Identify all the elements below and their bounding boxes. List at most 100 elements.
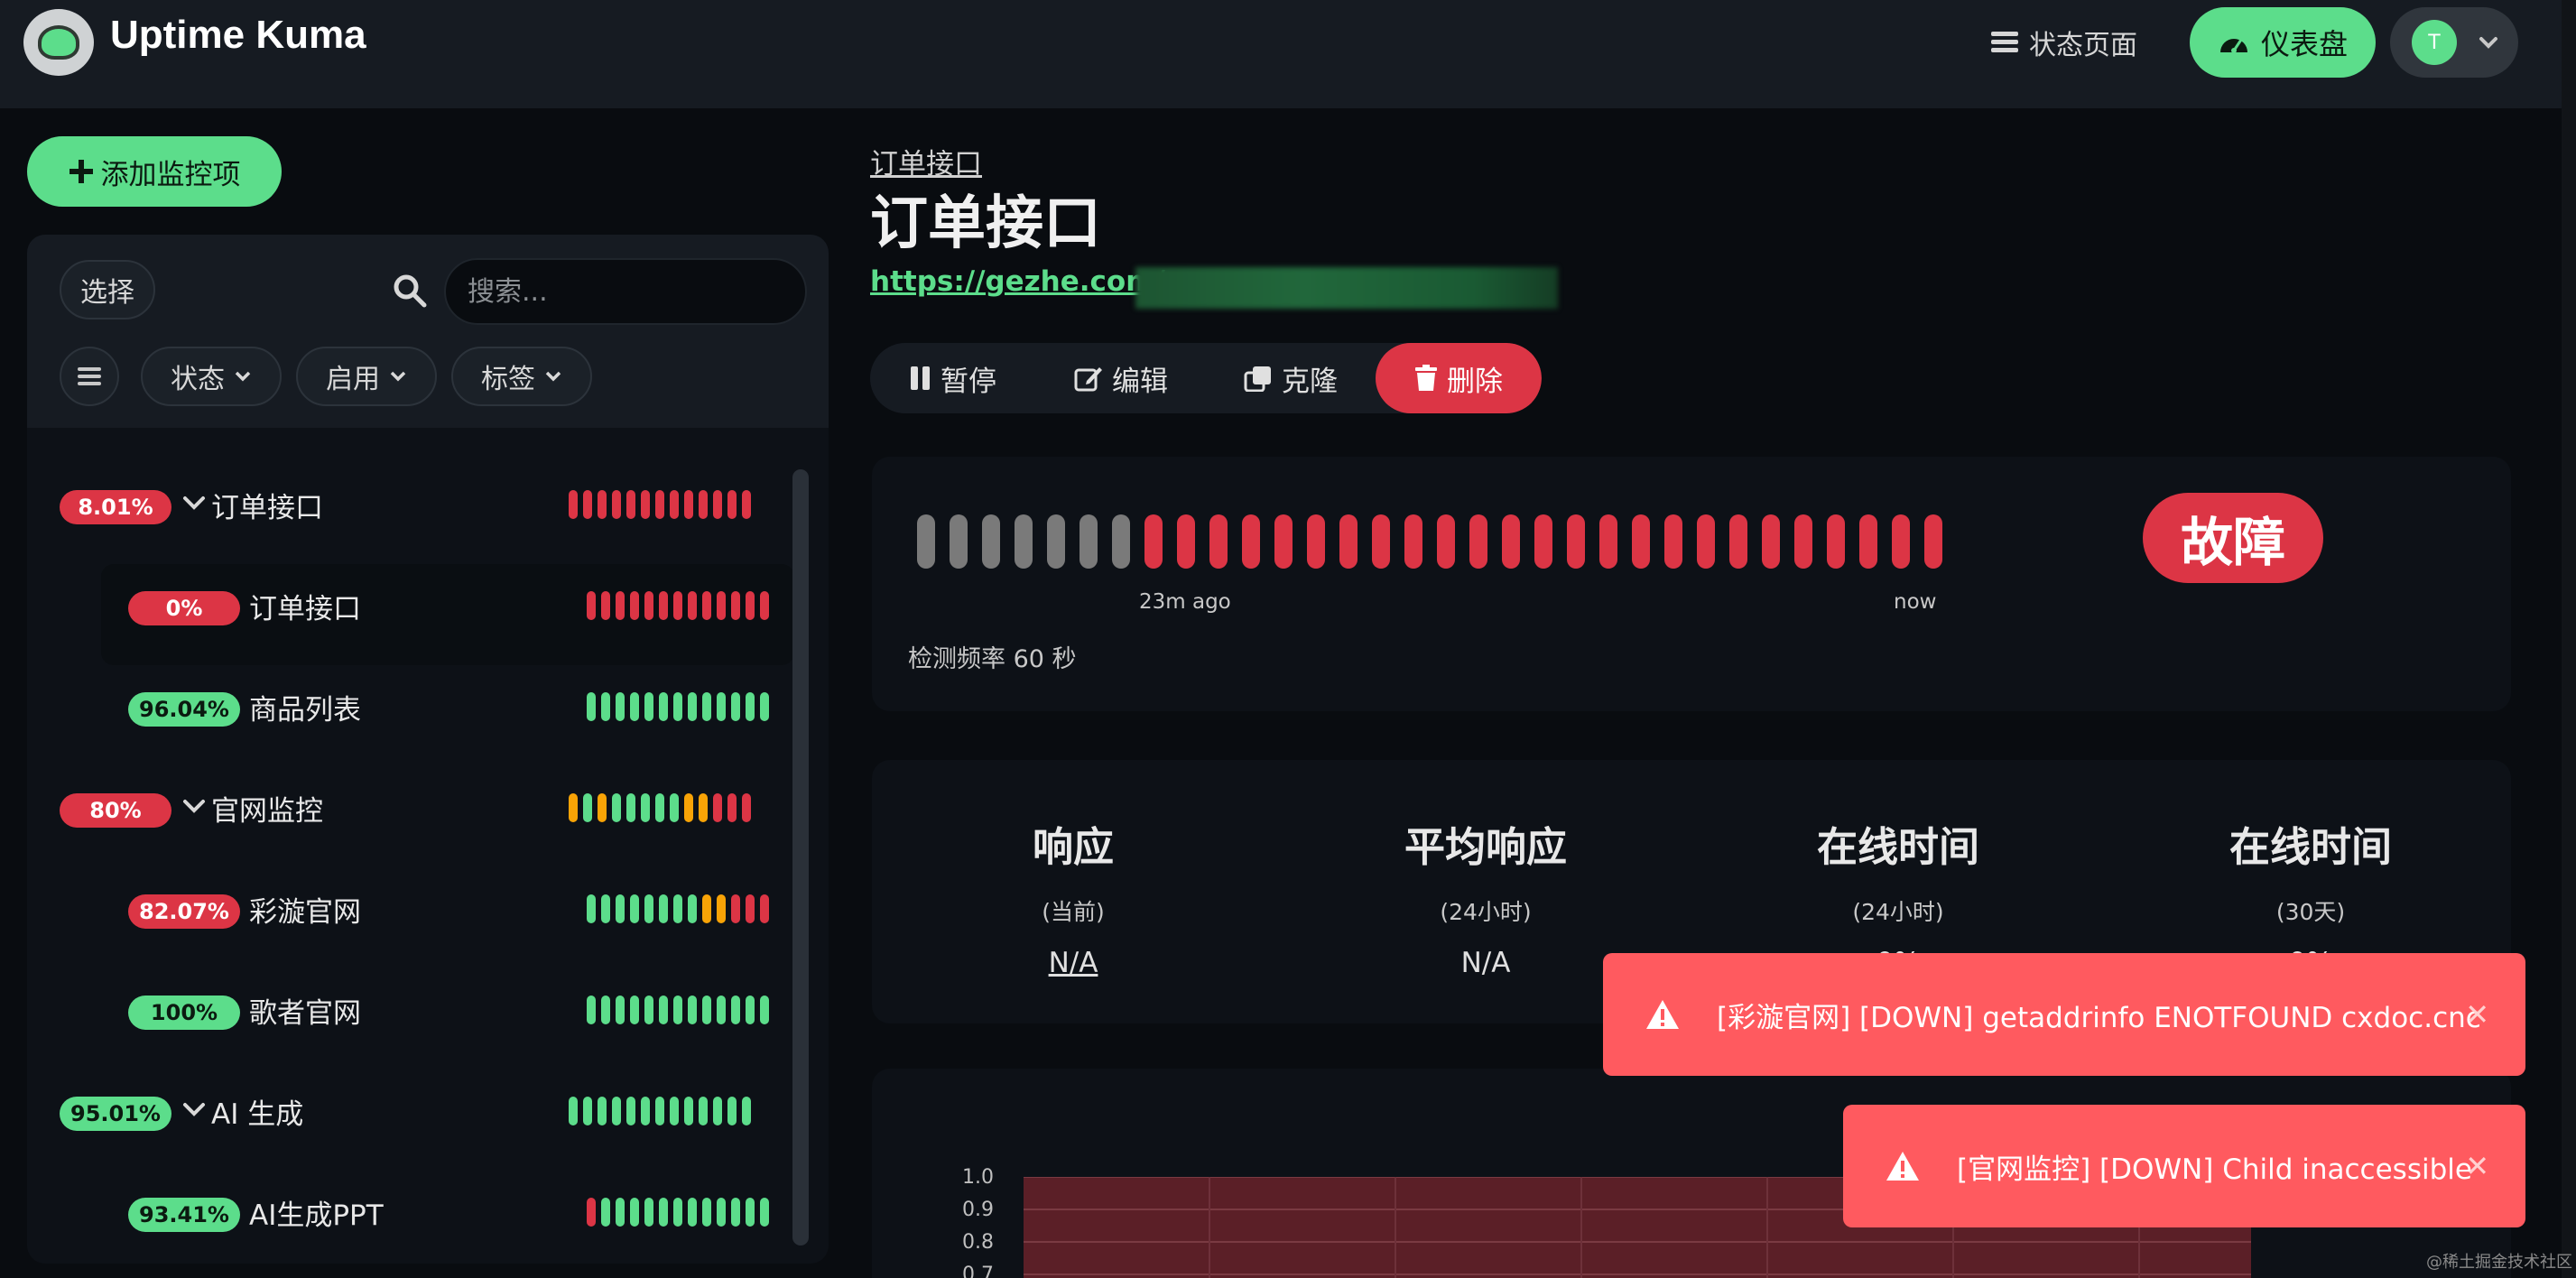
close-icon[interactable]: ✕ [2465, 1149, 2489, 1183]
stat-title: 响应 [1032, 823, 1114, 871]
heartbeat-beat [1567, 514, 1585, 569]
heartbeat-beat [713, 1097, 722, 1125]
heartbeat-beat [583, 793, 592, 822]
warning-icon [1886, 1152, 1919, 1181]
status-filter-dropdown[interactable]: 状态 [141, 347, 282, 406]
heartbeat-bar [569, 490, 751, 519]
heartbeat-beat [1664, 514, 1682, 569]
stat-subtitle: (24小时) [1852, 899, 1944, 925]
toast-notification[interactable]: [彩漩官网] [DOWN] getaddrinfo ENOTFOUND cxdo… [1603, 953, 2525, 1076]
status-badge: 故障 [2143, 493, 2323, 583]
heartbeat-beat [1697, 514, 1715, 569]
heartbeat-beat [626, 1097, 635, 1125]
heartbeat-beat [583, 1097, 592, 1125]
y-tick-label: 1.0 [962, 1166, 994, 1189]
chevron-down-icon[interactable] [181, 793, 208, 820]
heartbeat-beat [616, 1198, 625, 1227]
heartbeat-beat [583, 490, 592, 519]
add-monitor-button[interactable]: 添加监控项 [27, 136, 282, 207]
heartbeat-beat [673, 1198, 682, 1227]
url-redacted-blur [1135, 267, 1558, 309]
heartbeat-beat [1632, 514, 1650, 569]
dashboard-button[interactable]: 仪表盘 [2190, 7, 2376, 78]
chevron-down-icon [2479, 37, 2497, 49]
monitor-list-item[interactable]: 0% 订单接口 [101, 564, 794, 665]
edit-label: 编辑 [1112, 365, 1168, 398]
heartbeat-beat [717, 692, 726, 721]
heartbeat-beat [727, 1097, 737, 1125]
toast-notification[interactable]: [官网监控] [DOWN] Child inaccessible ✕ [1843, 1105, 2525, 1227]
monitor-name: 官网监控 [211, 795, 323, 828]
heartbeat-beat [616, 692, 625, 721]
chevron-down-icon[interactable] [181, 1097, 208, 1124]
stat-title: 平均响应 [1404, 823, 1567, 871]
heartbeat-beat [630, 996, 639, 1024]
monitor-name: 歌者官网 [249, 997, 361, 1030]
search-input[interactable] [444, 258, 807, 325]
clone-button[interactable]: 克隆 [1206, 343, 1376, 413]
heartbeat-beat [569, 1097, 578, 1125]
page-scrollbar[interactable] [2562, 0, 2576, 1278]
monitor-list-item[interactable]: 82.07% 彩漩官网 [27, 867, 794, 968]
heartbeat-beat [630, 692, 639, 721]
uptime-badge: 0% [128, 591, 240, 625]
heartbeat-beat [1112, 514, 1130, 569]
heartbeat-bar [587, 1198, 769, 1227]
heartbeat-beat [1892, 514, 1910, 569]
edit-button[interactable]: 编辑 [1036, 343, 1206, 413]
monitor-url-link[interactable]: https://gezhe.com/ [870, 265, 1165, 298]
heartbeat-beat [644, 591, 653, 620]
stat-value[interactable]: N/A [893, 947, 1254, 979]
monitor-list-scrollbar[interactable] [792, 469, 809, 1246]
monitor-list-item[interactable]: 96.04% 商品列表 [27, 665, 794, 766]
heartbeat-beat [601, 996, 610, 1024]
stat-subtitle: (24小时) [1440, 899, 1532, 925]
heartbeat-beat [702, 591, 711, 620]
heartbeat-beat [1047, 514, 1065, 569]
delete-label: 删除 [1447, 365, 1503, 398]
active-filter-dropdown[interactable]: 启用 [296, 347, 437, 406]
select-all-toggle[interactable] [60, 347, 119, 406]
profile-dropdown[interactable]: T [2390, 7, 2518, 78]
stat-title: 在线时间 [2229, 823, 2392, 871]
monitor-list-item[interactable]: 93.41% AI生成PPT [27, 1171, 794, 1264]
heartbeat-beat [731, 591, 740, 620]
heartbeat-beat [1080, 514, 1098, 569]
top-header: Uptime Kuma 状态页面 仪表盘 T [0, 0, 2562, 108]
heartbeat-bar [569, 793, 751, 822]
heartbeat-beat [598, 490, 607, 519]
uptime-badge: 8.01% [60, 490, 171, 524]
breadcrumb[interactable]: 订单接口 [870, 141, 982, 181]
search-icon [394, 274, 427, 308]
heartbeat-beat [1924, 514, 1942, 569]
monitor-list-item[interactable]: 100% 歌者官网 [27, 968, 794, 1070]
heartbeat-beat [659, 692, 668, 721]
heartbeat-beat [1437, 514, 1455, 569]
heartbeat-beat [598, 1097, 607, 1125]
brand-name[interactable]: Uptime Kuma [110, 13, 366, 58]
heartbeat-beat [601, 894, 610, 923]
monitor-list-item[interactable]: 95.01% AI 生成 [27, 1070, 794, 1171]
monitor-list-toolbar: 选择 状态 启用 标签 [27, 235, 829, 428]
chevron-down-icon[interactable] [181, 490, 208, 517]
heartbeat-beat [659, 1198, 668, 1227]
monitor-list-item[interactable]: 8.01% 订单接口 [27, 463, 794, 564]
uptime-kuma-logo-icon[interactable] [23, 9, 94, 76]
heartbeat-beat [731, 894, 740, 923]
heartbeat-beat [1729, 514, 1747, 569]
status-page-link[interactable]: 状态页面 [1991, 20, 2137, 65]
pause-label: 暂停 [941, 365, 996, 398]
heartbeat-beat [601, 591, 610, 620]
select-button[interactable]: 选择 [60, 260, 155, 320]
close-icon[interactable]: ✕ [2465, 997, 2489, 1032]
monitor-list-item[interactable]: 80% 官网监控 [27, 766, 794, 867]
heartbeat-beat [760, 692, 769, 721]
heartbeat-beat [1827, 514, 1845, 569]
heartbeat-beat [587, 591, 596, 620]
plus-icon [69, 160, 93, 183]
pause-button[interactable]: 暂停 [870, 343, 1036, 413]
delete-button[interactable]: 删除 [1376, 343, 1542, 413]
tag-filter-dropdown[interactable]: 标签 [451, 347, 592, 406]
heartbeat-beat [630, 591, 639, 620]
heartbeat-beat [616, 894, 625, 923]
